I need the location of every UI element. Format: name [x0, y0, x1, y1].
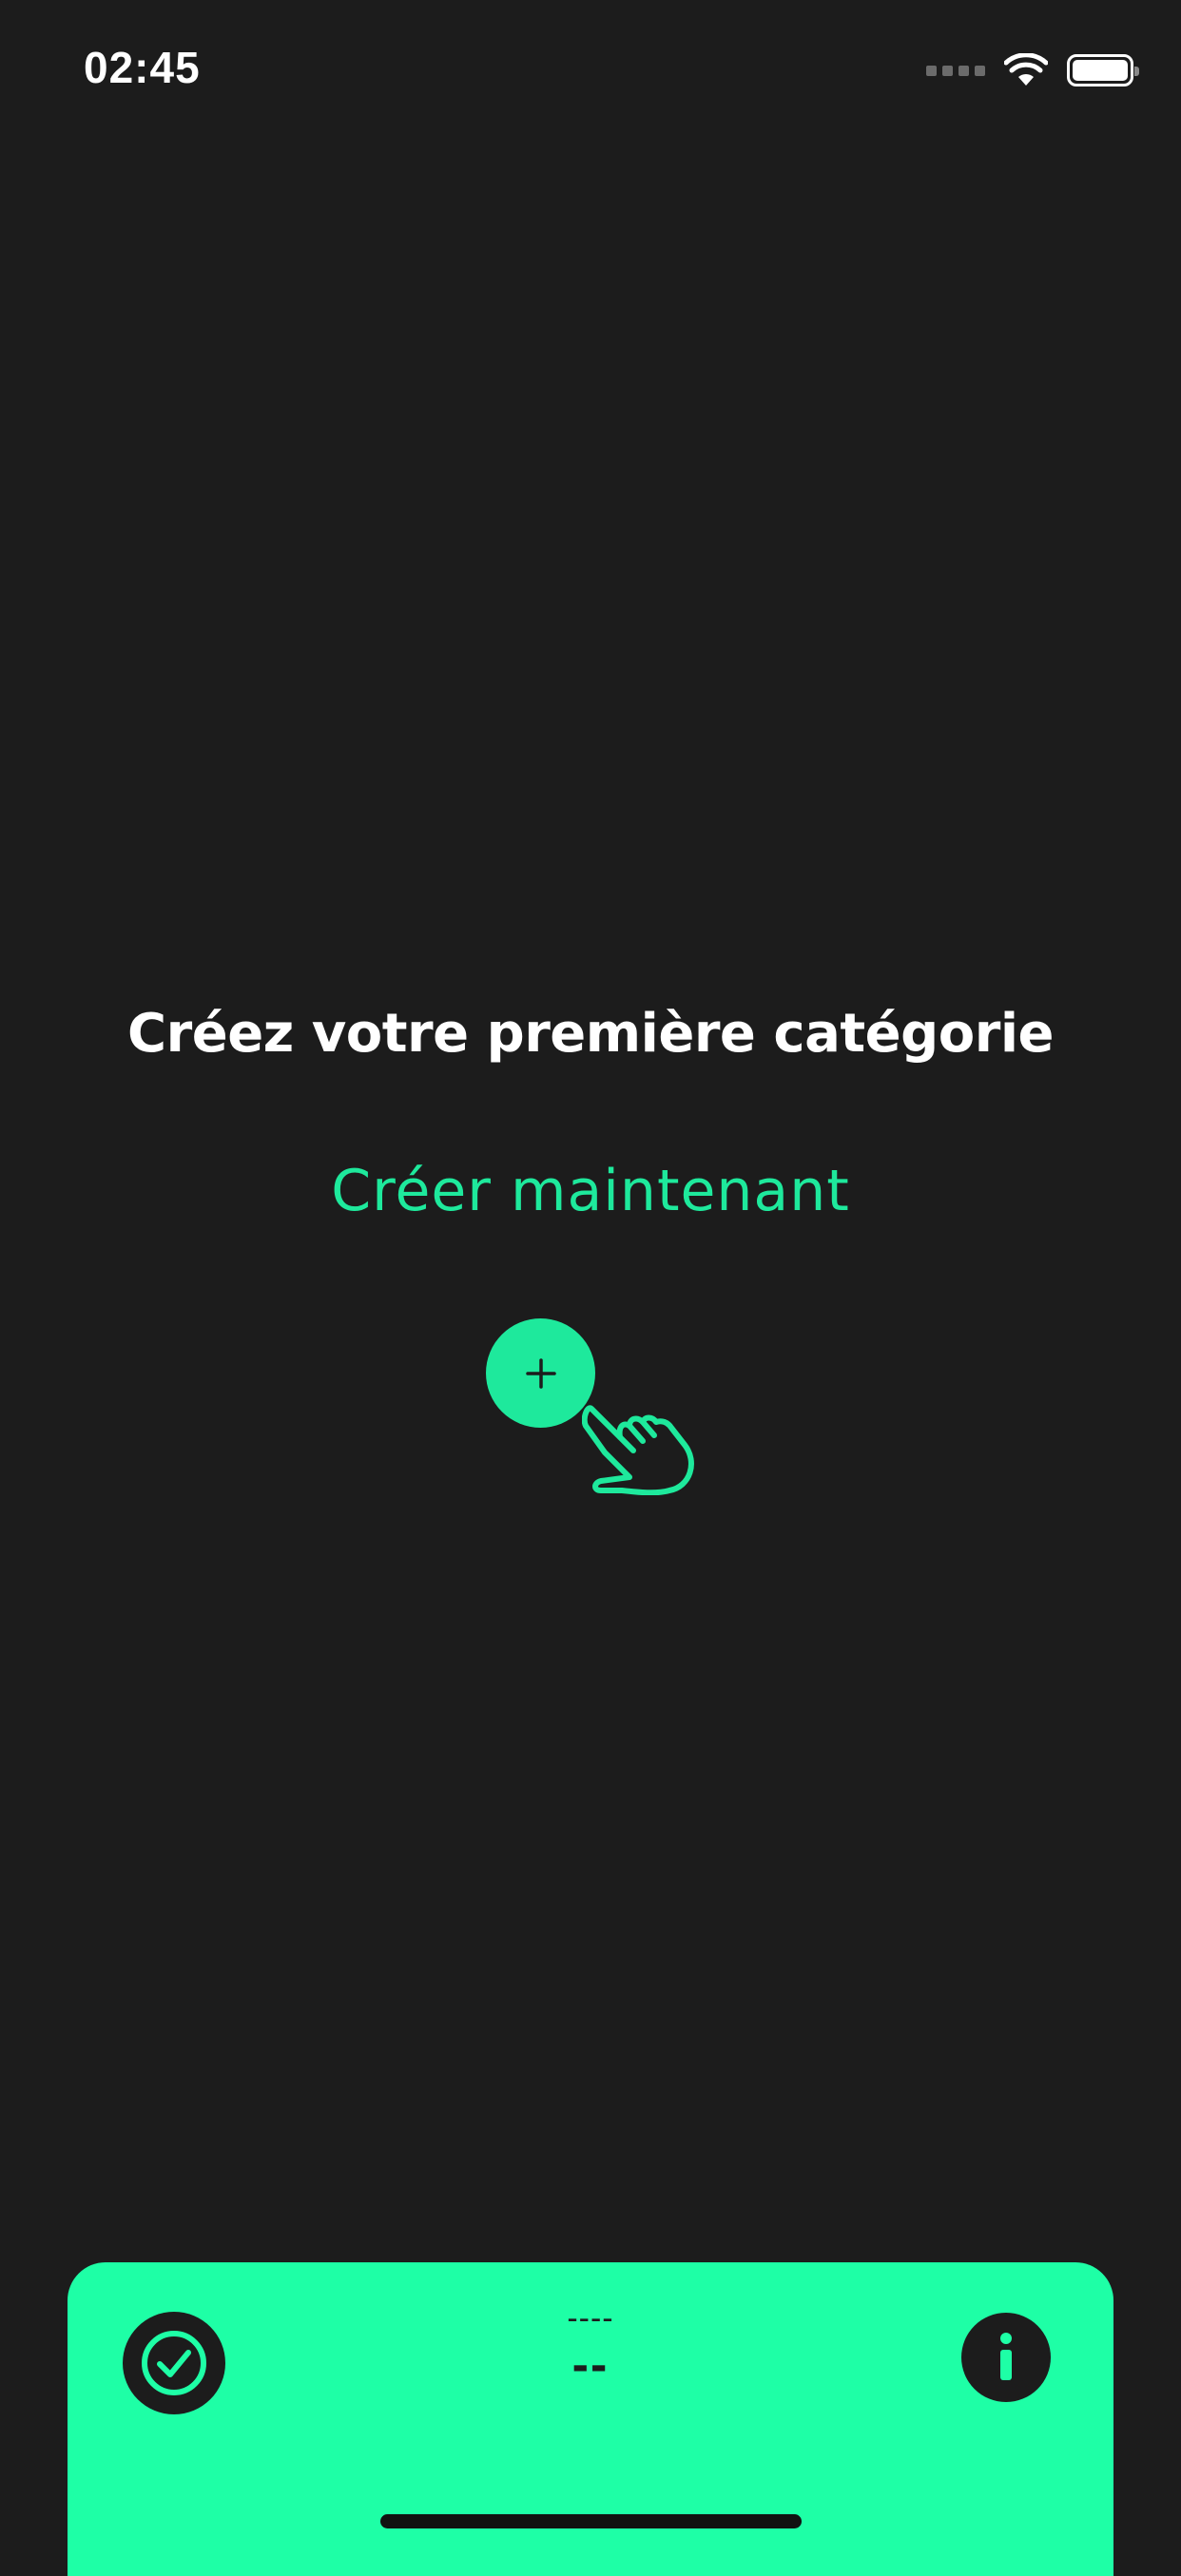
- panel-label-main: --: [571, 2337, 610, 2393]
- info-icon: [1000, 2333, 1012, 2380]
- bottom-panel: ---- --: [68, 2262, 1113, 2576]
- add-category-button[interactable]: [486, 1318, 595, 1428]
- empty-state-title: Créez votre première catégorie: [127, 1003, 1055, 1065]
- create-now-link[interactable]: Créer maintenant: [0, 1158, 1181, 1224]
- battery-icon: [1067, 54, 1139, 87]
- signal-icon: [926, 65, 985, 76]
- tap-hand-icon: [582, 1405, 694, 1495]
- status-time: 02:45: [84, 43, 201, 92]
- status-icons: [926, 49, 1139, 91]
- wifi-icon: [1004, 53, 1048, 86]
- home-indicator[interactable]: [380, 2514, 802, 2528]
- info-button[interactable]: [961, 2313, 1051, 2402]
- plus-icon: [525, 1357, 556, 1389]
- status-bar: 02:45: [0, 0, 1181, 143]
- panel-label-top: ----: [567, 2300, 614, 2336]
